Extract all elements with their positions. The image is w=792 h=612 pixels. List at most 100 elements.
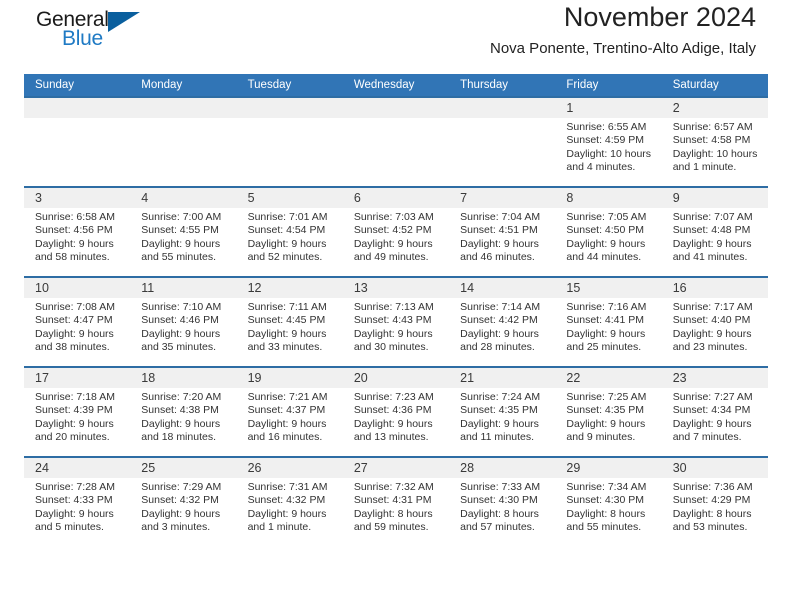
daylight-text-line1: Daylight: 9 hours bbox=[35, 417, 114, 430]
day-number[interactable] bbox=[24, 98, 130, 118]
sunset-text: Sunset: 4:29 PM bbox=[672, 494, 751, 507]
daylight-text-line1: Daylight: 9 hours bbox=[460, 417, 539, 430]
day-number[interactable]: 9 bbox=[662, 188, 768, 208]
day-number[interactable]: 17 bbox=[24, 368, 130, 388]
day-number[interactable]: 3 bbox=[24, 188, 130, 208]
day-number[interactable]: 8 bbox=[555, 188, 661, 208]
day-number[interactable]: 28 bbox=[449, 458, 555, 478]
day-number[interactable]: 18 bbox=[130, 368, 236, 388]
day-number[interactable]: 11 bbox=[130, 278, 236, 298]
day-number[interactable]: 16 bbox=[662, 278, 768, 298]
day-number[interactable]: 22 bbox=[555, 368, 661, 388]
calendar-page: General Blue November 2024 Nova Ponente,… bbox=[0, 0, 792, 612]
day-number[interactable]: 29 bbox=[555, 458, 661, 478]
sunset-text: Sunset: 4:33 PM bbox=[35, 494, 113, 507]
sunset-text: Sunset: 4:38 PM bbox=[141, 404, 219, 417]
day-cell[interactable]: Sunrise: 7:10 AM Sunset: 4:46 PM Dayligh… bbox=[130, 298, 236, 366]
sunset-text: Sunset: 4:41 PM bbox=[566, 314, 645, 327]
day-number[interactable]: 2 bbox=[662, 98, 768, 118]
sunset-text: Sunset: 4:45 PM bbox=[247, 314, 326, 327]
day-cell[interactable]: Sunrise: 7:00 AM Sunset: 4:55 PM Dayligh… bbox=[130, 208, 236, 276]
logo-text-blue: Blue bbox=[62, 27, 103, 50]
day-number[interactable]: 15 bbox=[555, 278, 661, 298]
week-date-strip: 3 4 5 6 7 8 9 bbox=[24, 188, 768, 208]
daylight-text-line1: Daylight: 9 hours bbox=[141, 237, 221, 250]
day-cell[interactable]: Sunrise: 7:01 AM Sunset: 4:54 PM Dayligh… bbox=[237, 208, 343, 276]
day-cell[interactable]: Sunrise: 7:21 AM Sunset: 4:37 PM Dayligh… bbox=[237, 388, 343, 456]
day-number[interactable]: 1 bbox=[555, 98, 661, 118]
day-cell[interactable]: Sunrise: 7:25 AM Sunset: 4:35 PM Dayligh… bbox=[555, 388, 661, 456]
day-cell[interactable] bbox=[449, 118, 555, 186]
day-number[interactable]: 26 bbox=[237, 458, 343, 478]
day-number[interactable]: 5 bbox=[237, 188, 343, 208]
day-cell[interactable]: Sunrise: 7:05 AM Sunset: 4:50 PM Dayligh… bbox=[555, 208, 661, 276]
sunset-text: Sunset: 4:42 PM bbox=[460, 314, 538, 327]
day-cell[interactable]: Sunrise: 6:57 AM Sunset: 4:58 PM Dayligh… bbox=[662, 118, 768, 186]
daylight-text-line2: and 35 minutes. bbox=[141, 341, 216, 354]
sunrise-text: Sunrise: 7:10 AM bbox=[141, 301, 222, 313]
day-cell[interactable]: Sunrise: 7:13 AM Sunset: 4:43 PM Dayligh… bbox=[343, 298, 449, 366]
daylight-text-line1: Daylight: 8 hours bbox=[672, 507, 752, 520]
daylight-text-line1: Daylight: 9 hours bbox=[35, 327, 114, 340]
day-cell[interactable]: Sunrise: 7:32 AM Sunset: 4:31 PM Dayligh… bbox=[343, 478, 449, 546]
week-date-strip: 10 11 12 13 14 15 16 bbox=[24, 278, 768, 298]
daylight-text-line1: Daylight: 9 hours bbox=[141, 417, 221, 430]
day-number[interactable]: 20 bbox=[343, 368, 449, 388]
day-cell[interactable]: Sunrise: 7:03 AM Sunset: 4:52 PM Dayligh… bbox=[343, 208, 449, 276]
day-number[interactable] bbox=[449, 98, 555, 118]
day-number[interactable]: 19 bbox=[237, 368, 343, 388]
general-blue-logo[interactable]: General Blue bbox=[36, 8, 156, 56]
day-number[interactable]: 27 bbox=[343, 458, 449, 478]
day-number[interactable] bbox=[237, 98, 343, 118]
daylight-text-line2: and 49 minutes. bbox=[353, 251, 429, 264]
sunset-text: Sunset: 4:47 PM bbox=[35, 314, 113, 327]
day-cell[interactable]: Sunrise: 7:23 AM Sunset: 4:36 PM Dayligh… bbox=[343, 388, 449, 456]
day-cell[interactable]: Sunrise: 6:55 AM Sunset: 4:59 PM Dayligh… bbox=[555, 118, 661, 186]
day-cell[interactable] bbox=[343, 118, 449, 186]
day-number[interactable]: 24 bbox=[24, 458, 130, 478]
daylight-text-line2: and 44 minutes. bbox=[566, 251, 642, 264]
day-cell[interactable]: Sunrise: 7:28 AM Sunset: 4:33 PM Dayligh… bbox=[24, 478, 130, 546]
day-cell[interactable]: Sunrise: 7:20 AM Sunset: 4:38 PM Dayligh… bbox=[130, 388, 236, 456]
page-title: November 2024 bbox=[563, 2, 756, 32]
day-number[interactable]: 30 bbox=[662, 458, 768, 478]
day-number[interactable]: 6 bbox=[343, 188, 449, 208]
day-number[interactable]: 23 bbox=[662, 368, 768, 388]
day-cell[interactable] bbox=[24, 118, 130, 186]
day-cell[interactable]: Sunrise: 7:11 AM Sunset: 4:45 PM Dayligh… bbox=[237, 298, 343, 366]
day-cell[interactable]: Sunrise: 7:31 AM Sunset: 4:32 PM Dayligh… bbox=[237, 478, 343, 546]
sunrise-text: Sunrise: 7:21 AM bbox=[247, 391, 328, 403]
day-number[interactable]: 21 bbox=[449, 368, 555, 388]
day-number[interactable]: 14 bbox=[449, 278, 555, 298]
weekday-tuesday: Tuesday bbox=[247, 79, 292, 91]
day-cell[interactable]: Sunrise: 7:18 AM Sunset: 4:39 PM Dayligh… bbox=[24, 388, 130, 456]
day-cell[interactable]: Sunrise: 7:14 AM Sunset: 4:42 PM Dayligh… bbox=[449, 298, 555, 366]
day-cell[interactable]: Sunrise: 7:33 AM Sunset: 4:30 PM Dayligh… bbox=[449, 478, 555, 546]
day-cell[interactable]: Sunrise: 7:36 AM Sunset: 4:29 PM Dayligh… bbox=[662, 478, 768, 546]
day-cell[interactable]: Sunrise: 7:27 AM Sunset: 4:34 PM Dayligh… bbox=[662, 388, 768, 456]
day-cell[interactable]: Sunrise: 7:29 AM Sunset: 4:32 PM Dayligh… bbox=[130, 478, 236, 546]
day-cell[interactable]: Sunrise: 7:08 AM Sunset: 4:47 PM Dayligh… bbox=[24, 298, 130, 366]
day-number[interactable]: 12 bbox=[237, 278, 343, 298]
day-number[interactable]: 4 bbox=[130, 188, 236, 208]
day-cell[interactable]: Sunrise: 7:34 AM Sunset: 4:30 PM Dayligh… bbox=[555, 478, 661, 546]
day-number[interactable]: 13 bbox=[343, 278, 449, 298]
daylight-text-line2: and 57 minutes. bbox=[460, 521, 535, 534]
daylight-text-line2: and 1 minute. bbox=[672, 161, 737, 174]
day-cell[interactable]: Sunrise: 7:04 AM Sunset: 4:51 PM Dayligh… bbox=[449, 208, 555, 276]
day-number[interactable]: 25 bbox=[130, 458, 236, 478]
sunset-text: Sunset: 4:52 PM bbox=[353, 224, 432, 237]
day-cell[interactable] bbox=[130, 118, 236, 186]
daylight-text-line2: and 25 minutes. bbox=[566, 341, 642, 354]
day-cell[interactable]: Sunrise: 7:16 AM Sunset: 4:41 PM Dayligh… bbox=[555, 298, 661, 366]
day-cell[interactable]: Sunrise: 7:24 AM Sunset: 4:35 PM Dayligh… bbox=[449, 388, 555, 456]
day-cell[interactable]: Sunrise: 6:58 AM Sunset: 4:56 PM Dayligh… bbox=[24, 208, 130, 276]
day-number[interactable]: 7 bbox=[449, 188, 555, 208]
day-cell[interactable] bbox=[237, 118, 343, 186]
day-cell[interactable]: Sunrise: 7:07 AM Sunset: 4:48 PM Dayligh… bbox=[662, 208, 768, 276]
day-number[interactable]: 10 bbox=[24, 278, 130, 298]
daylight-text-line2: and 13 minutes. bbox=[353, 431, 429, 444]
day-number[interactable] bbox=[130, 98, 236, 118]
day-number[interactable] bbox=[343, 98, 449, 118]
day-cell[interactable]: Sunrise: 7:17 AM Sunset: 4:40 PM Dayligh… bbox=[662, 298, 768, 366]
